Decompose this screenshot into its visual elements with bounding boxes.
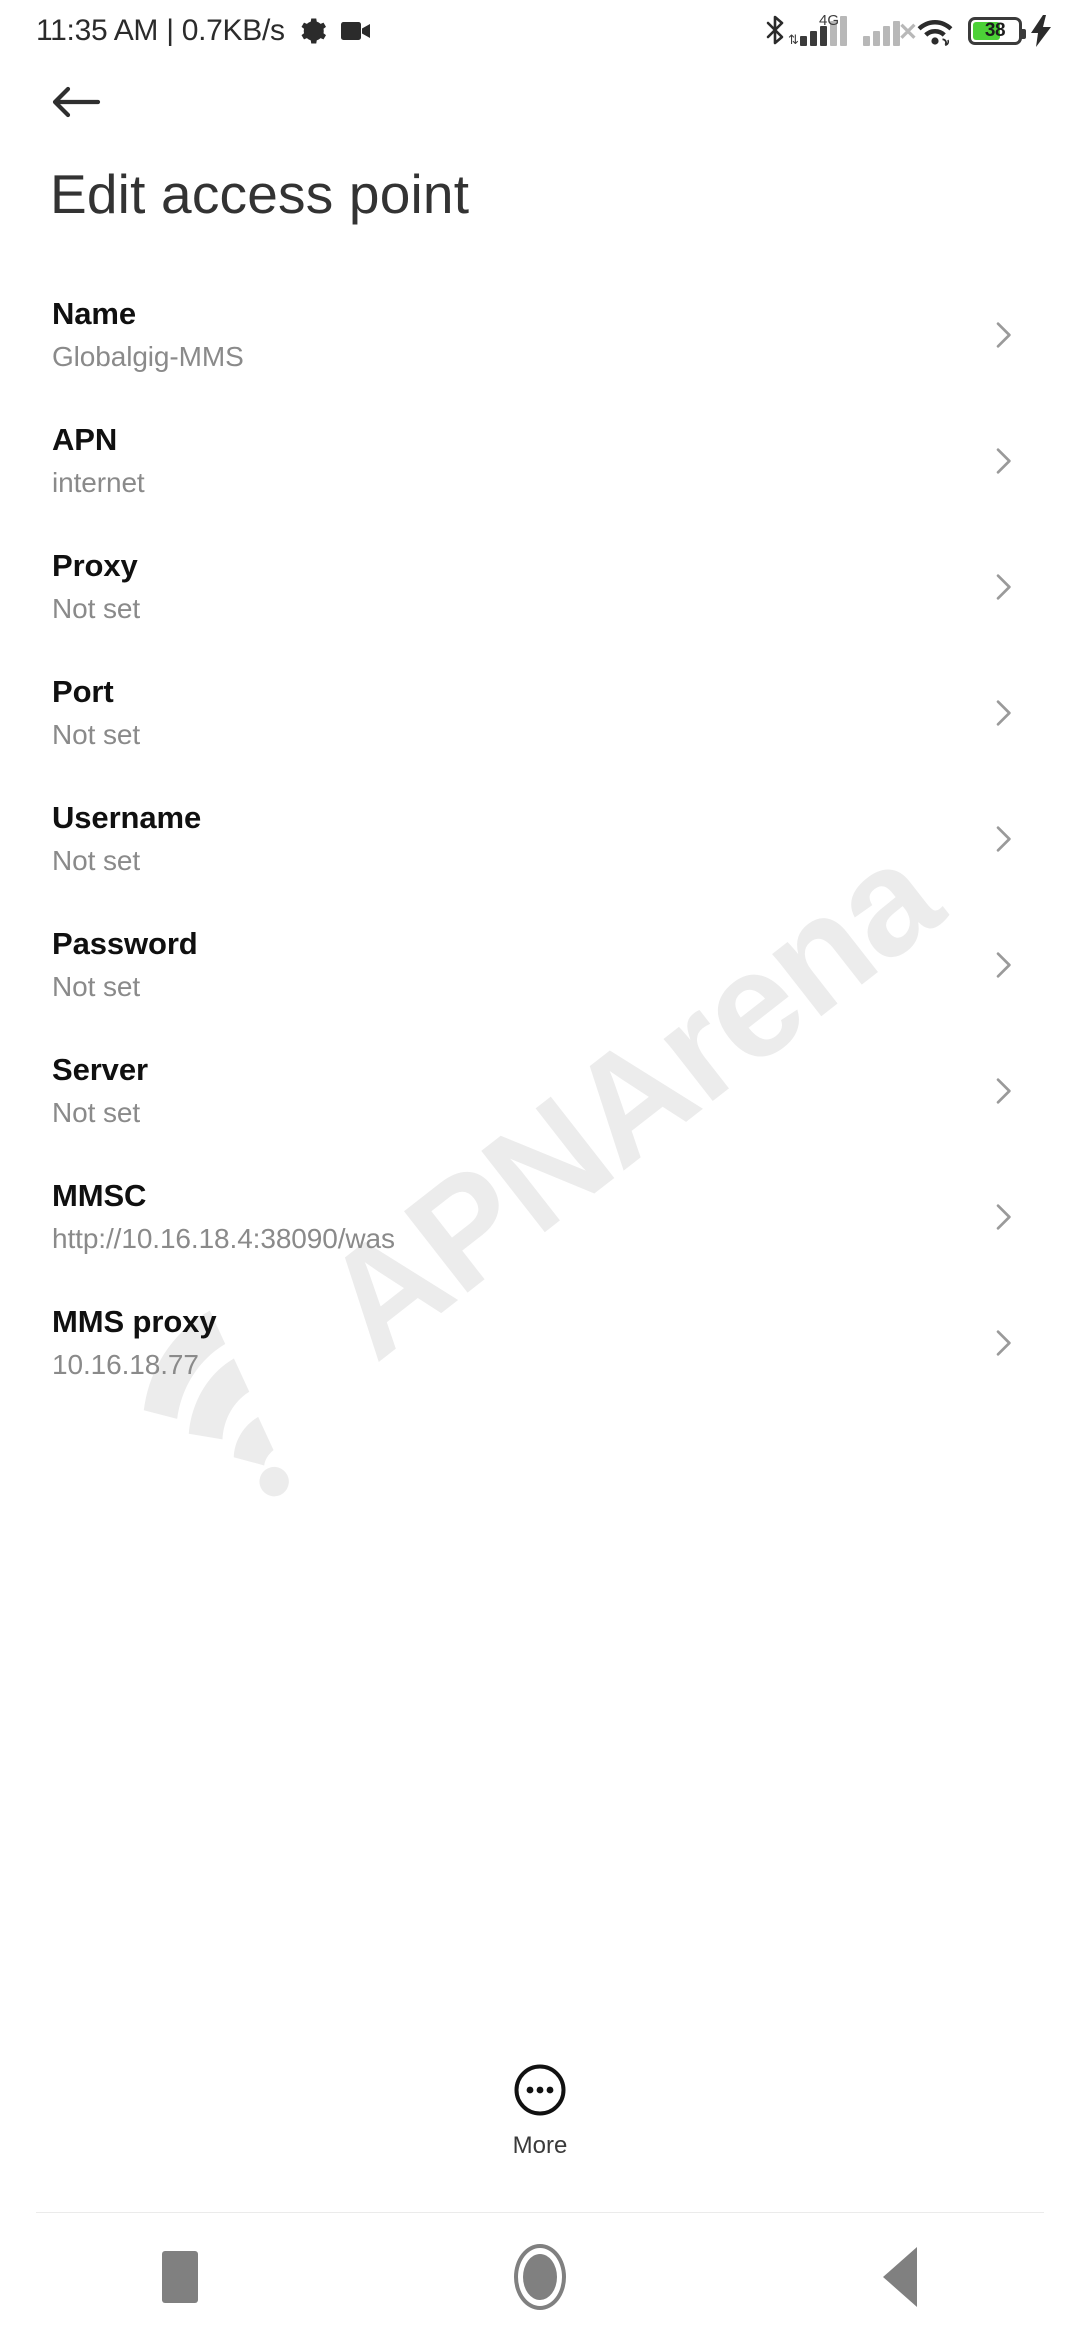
list-item-label: Server	[52, 1052, 148, 1088]
signal-bars-sim2-no-service-icon: ✕	[863, 16, 918, 46]
status-bar: 11:35 AM | 0.7KB/s 4G ⇅ ✕ 38	[0, 0, 1080, 62]
screen-recorder-icon	[340, 20, 371, 42]
back-triangle-icon	[883, 2246, 917, 2307]
data-activity-arrows-icon: ⇅	[788, 32, 799, 47]
list-item-value: http://10.16.18.4:38090/was	[52, 1222, 395, 1254]
status-clock: 11:35 AM | 0.7KB/s	[36, 14, 285, 47]
network-type-label: 4G	[819, 12, 840, 29]
back-arrow-icon	[51, 84, 101, 125]
list-item-value: internet	[52, 466, 145, 498]
list-item-proxy[interactable]: Proxy Not set	[0, 524, 1080, 650]
list-item-username[interactable]: Username Not set	[0, 776, 1080, 902]
signal-bars-sim2	[863, 16, 900, 46]
list-item-value: Not set	[52, 970, 141, 1002]
list-item-port[interactable]: Port Not set	[0, 650, 1080, 776]
system-navigation-bar	[0, 2213, 1080, 2340]
list-item-label: MMSC	[52, 1178, 147, 1214]
wifi-connected-icon	[916, 16, 954, 46]
chevron-right-icon	[986, 948, 1020, 982]
status-bar-right: 4G ⇅ ✕ 38	[764, 12, 1052, 48]
list-item-value: Not set	[52, 592, 141, 624]
page-title: Edit access point	[50, 163, 470, 225]
list-item-mms-proxy[interactable]: MMS proxy 10.16.18.77	[0, 1280, 1080, 1406]
chevron-right-icon	[986, 318, 1020, 352]
chevron-right-icon	[986, 822, 1020, 856]
more-button-label: More	[512, 2132, 568, 2159]
bluetooth-icon	[764, 14, 786, 48]
home-button[interactable]	[460, 2213, 620, 2340]
more-circle-icon	[513, 2063, 567, 2122]
chevron-right-icon	[986, 696, 1020, 730]
list-item-mmsc[interactable]: MMSC http://10.16.18.4:38090/was	[0, 1154, 1080, 1280]
no-service-x-icon: ✕	[897, 19, 918, 46]
list-item-label: Proxy	[52, 548, 138, 584]
battery-icon: 38	[968, 17, 1026, 45]
chevron-right-icon	[986, 444, 1020, 478]
back-nav-button[interactable]	[820, 2213, 980, 2340]
list-item-label: Name	[52, 296, 137, 332]
list-item-apn[interactable]: APN internet	[0, 398, 1080, 524]
list-item-value: Not set	[52, 844, 141, 876]
apn-settings-list: Name Globalgig-MMS APN internet Proxy No…	[0, 272, 1080, 1406]
list-item-value: Not set	[52, 1096, 141, 1128]
back-button[interactable]	[35, 73, 117, 135]
battery-percent-label: 38	[984, 20, 1006, 41]
phone-screen: 11:35 AM | 0.7KB/s 4G ⇅ ✕ 38 APNArena Ed…	[0, 0, 1080, 2340]
list-item-value: Globalgig-MMS	[52, 340, 244, 372]
chevron-right-icon	[986, 1200, 1020, 1234]
signal-bars-sim1-icon: 4G ⇅	[788, 12, 847, 46]
home-circle-icon	[514, 2243, 566, 2310]
list-item-label: Port	[52, 674, 114, 710]
list-item-label: APN	[52, 422, 118, 458]
gear-icon	[297, 16, 327, 46]
chevron-right-icon	[986, 1074, 1020, 1108]
list-item-label: Username	[52, 800, 202, 836]
status-bar-left: 11:35 AM | 0.7KB/s	[36, 14, 371, 48]
list-item-name[interactable]: Name Globalgig-MMS	[0, 272, 1080, 398]
chevron-right-icon	[986, 1326, 1020, 1360]
list-item-value: 10.16.18.77	[52, 1348, 199, 1380]
list-item-password[interactable]: Password Not set	[0, 902, 1080, 1028]
chevron-right-icon	[986, 570, 1020, 604]
list-item-label: Password	[52, 926, 198, 962]
more-button[interactable]: More	[0, 2063, 1080, 2160]
list-item-label: MMS proxy	[52, 1304, 217, 1340]
list-item-server[interactable]: Server Not set	[0, 1028, 1080, 1154]
charging-bolt-icon	[1030, 15, 1052, 47]
recents-square-icon	[162, 2250, 198, 2303]
list-item-value: Not set	[52, 718, 141, 750]
recents-button[interactable]	[100, 2213, 260, 2340]
